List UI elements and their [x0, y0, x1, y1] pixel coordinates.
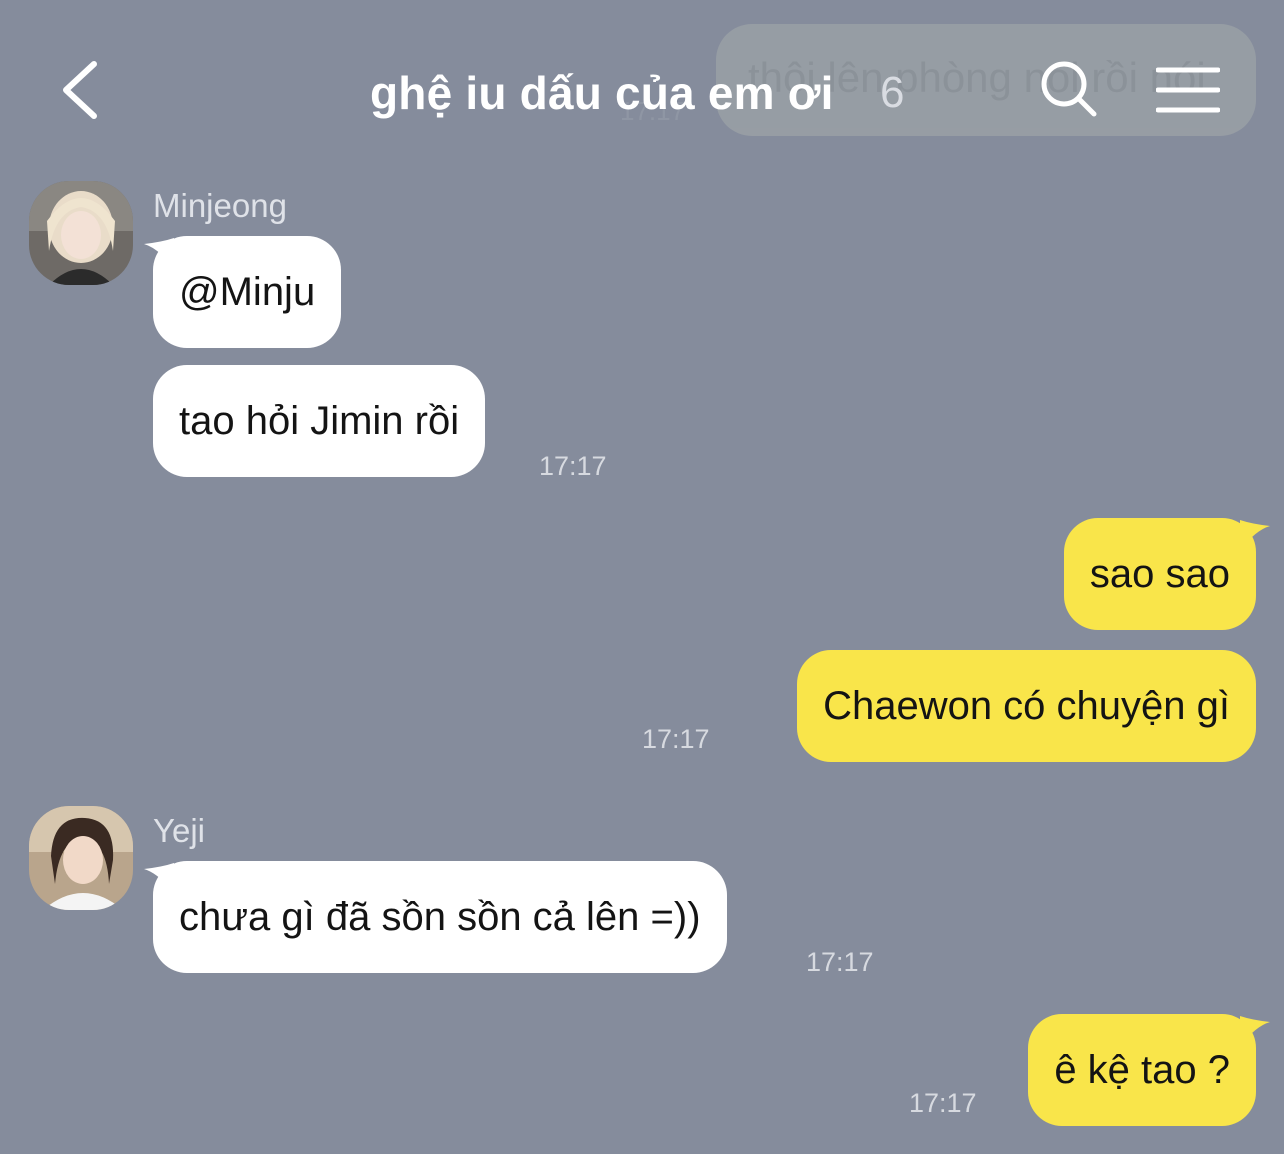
- chat-title: ghệ iu dấu của em ơi: [370, 67, 834, 119]
- message-time: 17:17: [642, 724, 710, 754]
- message-bubble[interactable]: ê kệ tao ?: [1028, 1014, 1256, 1126]
- avatar-yeji[interactable]: [29, 806, 133, 910]
- chat-screen: thôi lên phòng nói rồi nói 17:17 ghệ iu …: [0, 0, 1284, 1154]
- sender-name: Minjeong: [153, 187, 287, 224]
- member-count: 6: [880, 68, 905, 117]
- message-bubble[interactable]: tao hỏi Jimin rồi: [153, 365, 486, 477]
- back-button[interactable]: [54, 58, 118, 122]
- message-text: chưa gì đã sồn sồn cả lên =)): [179, 895, 701, 939]
- message-bubble[interactable]: sao sao: [1063, 518, 1256, 630]
- message-bubble[interactable]: @Minju: [153, 236, 342, 348]
- chat-header: ghệ iu dấu của em ơi 6: [0, 0, 1284, 180]
- chevron-left-icon: [63, 61, 97, 119]
- avatar-minjeong[interactable]: [29, 181, 133, 285]
- message-time: 17:17: [806, 947, 874, 977]
- menu-icon: [1155, 67, 1221, 113]
- profile-photo: [29, 181, 133, 285]
- search-button[interactable]: [1038, 58, 1100, 120]
- profile-photo: [29, 806, 133, 910]
- message-bubble[interactable]: chưa gì đã sồn sồn cả lên =)): [153, 861, 727, 973]
- message-time: 17:17: [539, 451, 607, 481]
- message-time: 17:17: [909, 1088, 977, 1118]
- message-text: tao hỏi Jimin rồi: [179, 399, 460, 443]
- message-text: Chaewon có chuyện gì: [823, 684, 1230, 728]
- message-text: ê kệ tao ?: [1054, 1048, 1230, 1092]
- message-text: @Minju: [179, 270, 316, 314]
- message-bubble[interactable]: Chaewon có chuyện gì: [797, 650, 1256, 762]
- sender-name: Yeji: [153, 812, 205, 849]
- search-icon: [1041, 61, 1097, 117]
- message-text: sao sao: [1089, 552, 1230, 596]
- menu-button[interactable]: [1155, 66, 1221, 114]
